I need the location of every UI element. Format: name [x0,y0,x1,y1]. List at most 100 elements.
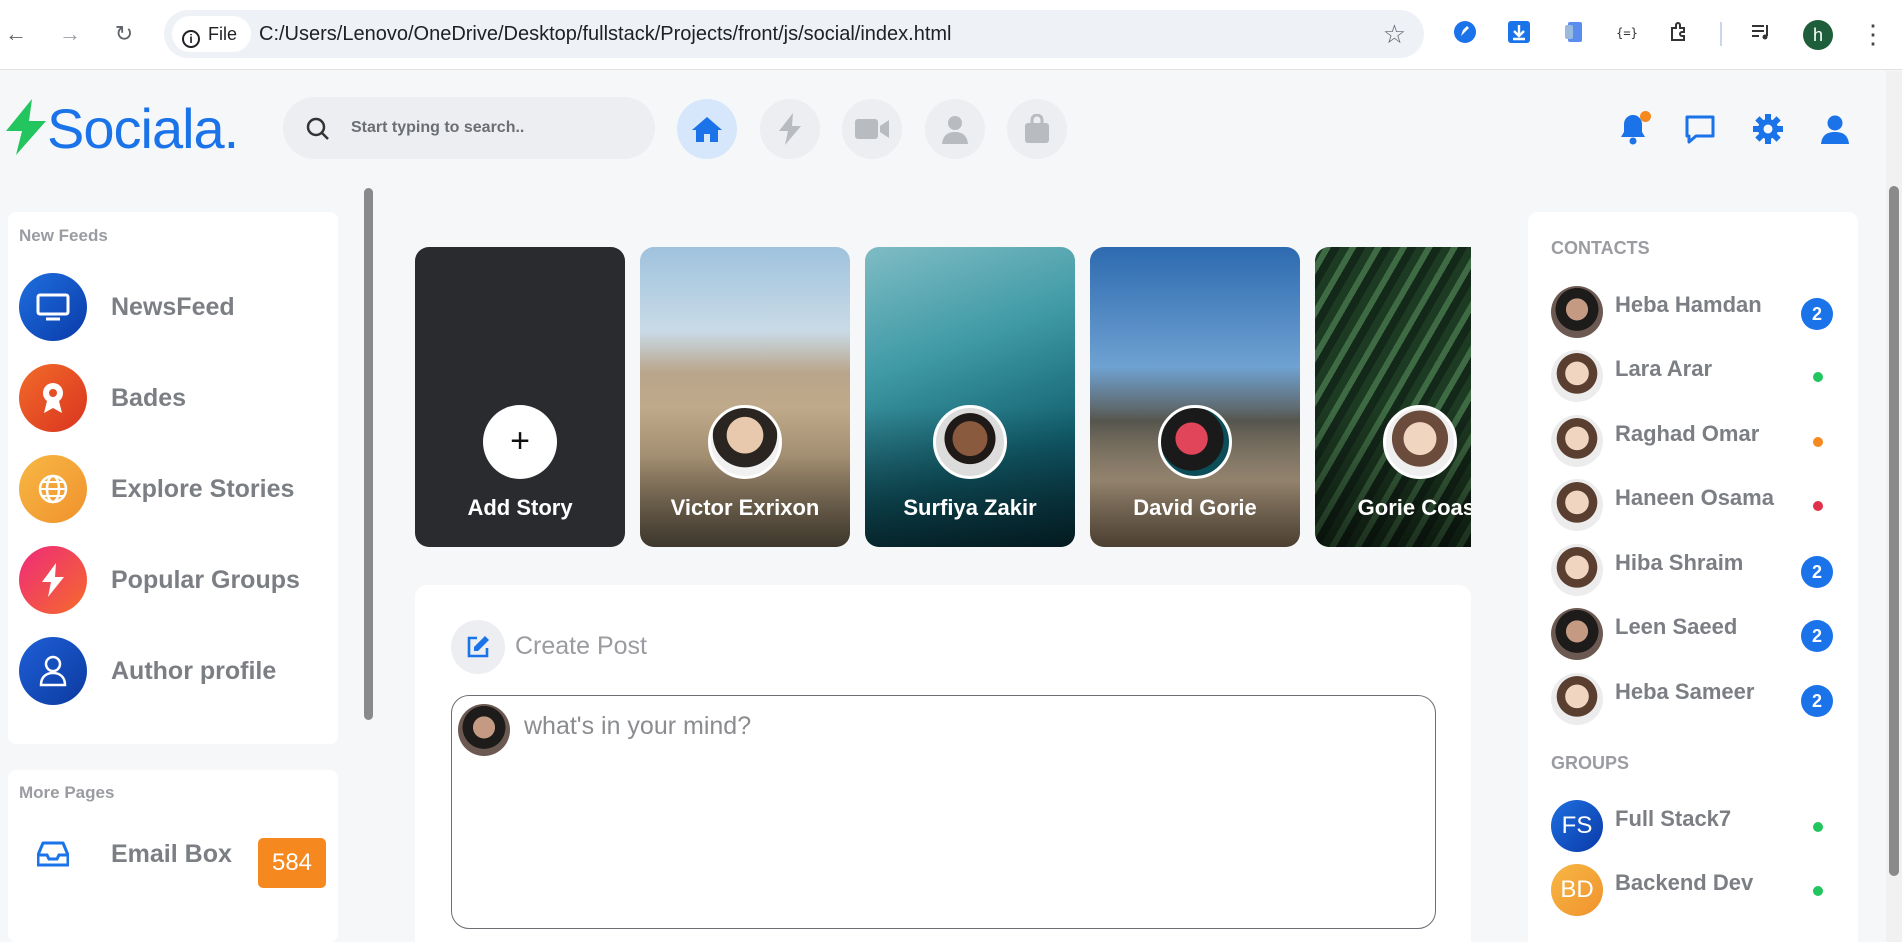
unread-badge: 2 [1801,620,1833,652]
toolbar-separator [1720,22,1722,46]
nav-flash-button[interactable] [760,99,820,159]
media-control-icon[interactable] [1748,20,1774,46]
download-extension-icon[interactable] [1506,20,1532,46]
site-info-chip[interactable]: i File [172,16,252,52]
avatar [1158,405,1232,479]
nav-home-button[interactable] [677,99,737,159]
contact-item[interactable]: Hiba Shraim 2 [1551,544,1841,598]
avatar [458,704,510,756]
sidebar-item-label: Popular Groups [111,566,300,594]
contacts-title: CONTACTS [1551,238,1650,258]
group-item[interactable]: FS Full Stack7 [1551,800,1841,854]
add-story-plus-icon[interactable]: + [483,405,557,479]
sidebar-item-bades[interactable]: Bades [19,364,329,434]
contact-item[interactable]: Haneen Osama [1551,479,1841,533]
contact-name: Haneen Osama [1615,485,1774,510]
group-name: Backend Dev [1615,870,1754,895]
contact-name: Heba Sameer [1615,679,1755,704]
sidebar-item-label: Author profile [111,657,277,685]
settings-button[interactable] [1748,109,1788,149]
create-post-title: Create Post [515,632,648,660]
contact-item[interactable]: Raghad Omar [1551,415,1841,469]
inbox-icon [19,820,87,888]
unread-badge: 2 [1801,298,1833,330]
avatar [933,405,1007,479]
section-title-more-pages: More Pages [19,783,115,802]
lightning-icon [779,113,801,145]
video-icon [855,119,889,139]
back-icon[interactable]: ← [0,18,32,50]
avatar [708,405,782,479]
story-card[interactable]: Surfiya Zakir [865,247,1075,547]
contact-item[interactable]: Heba Hamdan 2 [1551,286,1841,340]
search-input[interactable]: Start typing to search.. [283,97,655,159]
contact-name: Lara Arar [1615,356,1713,381]
page-scrollbar[interactable] [1886,71,1902,942]
story-card[interactable]: Gorie Coast [1315,247,1471,547]
sidebar-item-label: Bades [111,384,187,412]
groups-title: GROUPS [1551,753,1630,773]
browser-menu-icon[interactable]: ⋮ [1860,18,1886,50]
chat-icon [1685,115,1715,144]
globe-icon [19,455,87,523]
story-card[interactable]: Victor Exrixon [640,247,850,547]
section-title-new-feeds: New Feeds [19,226,108,245]
sidebar-item-author-profile[interactable]: Author profile [19,637,329,707]
sidebar-item-label: Explore Stories [111,475,295,503]
contact-name: Heba Hamdan [1615,292,1762,317]
bookmark-star-icon[interactable]: ☆ [1383,19,1406,50]
shopping-bag-icon [1025,114,1049,143]
sidebar-item-label: Email Box [111,840,232,868]
create-post-card: Create Post what's in your mind? [415,585,1471,942]
right-sidebar: CONTACTS Heba Hamdan 2 Lara Arar Raghad … [1528,212,1858,942]
sidebar-item-explore-stories[interactable]: Explore Stories [19,455,329,525]
puzzle-extensions-icon[interactable] [1667,20,1693,46]
nav-shop-button[interactable] [1007,99,1067,159]
phone-extension-icon[interactable] [1561,20,1587,46]
json-extension-icon[interactable]: {=} [1614,20,1640,46]
search-icon [306,117,329,140]
contact-name: Hiba Shraim [1615,550,1744,575]
story-card-add[interactable]: + Add Story [415,247,625,547]
profile-avatar[interactable]: h [1803,20,1833,50]
reload-icon[interactable]: ↻ [108,18,140,50]
avatar [1551,286,1603,338]
notification-dot [1640,111,1651,122]
group-item[interactable]: BD Backend Dev [1551,864,1841,918]
avatar [1551,608,1603,660]
story-name: David Gorie [1133,495,1257,520]
notifications-button[interactable] [1613,109,1653,149]
pen-extension-icon[interactable] [1452,20,1478,46]
edit-icon [451,620,505,674]
tv-icon [19,273,87,341]
url-text[interactable]: C:/Users/Lenovo/OneDrive/Desktop/fullsta… [259,10,952,58]
sidebar-item-newsfeed[interactable]: NewsFeed [19,273,329,343]
account-button[interactable] [1815,109,1855,149]
group-avatar: FS [1551,800,1603,852]
user-icon [942,116,968,144]
info-icon: i [182,30,200,48]
story-card[interactable]: David Gorie [1090,247,1300,547]
sidebar-item-popular-groups[interactable]: Popular Groups [19,546,329,616]
contact-item[interactable]: Leen Saeed 2 [1551,608,1841,662]
story-name: Surfiya Zakir [903,495,1037,520]
messages-button[interactable] [1680,109,1720,149]
nav-video-button[interactable] [842,99,902,159]
group-name: Full Stack7 [1615,806,1732,831]
online-status-dot [1813,372,1823,382]
forward-icon[interactable]: → [54,18,86,50]
stories-row: + Add Story Victor Exrixon Surfiya Zakir… [415,247,1471,547]
contact-item[interactable]: Lara Arar [1551,350,1841,404]
logo-text: Sociala. [47,97,239,160]
sidebar-item-label: NewsFeed [111,293,235,321]
avatar [1551,415,1603,467]
contact-item[interactable]: Heba Sameer 2 [1551,673,1841,727]
avatar [1551,673,1603,725]
left-sidebar-scrollbar[interactable] [364,188,373,720]
contact-name: Leen Saeed [1615,614,1738,639]
nav-profile-button[interactable] [925,99,985,159]
page-scrollbar-thumb[interactable] [1889,186,1899,876]
post-textarea[interactable]: what's in your mind? [451,695,1436,929]
address-bar[interactable]: i File C:/Users/Lenovo/OneDrive/Desktop/f… [164,10,1424,58]
avatar [1383,405,1457,479]
